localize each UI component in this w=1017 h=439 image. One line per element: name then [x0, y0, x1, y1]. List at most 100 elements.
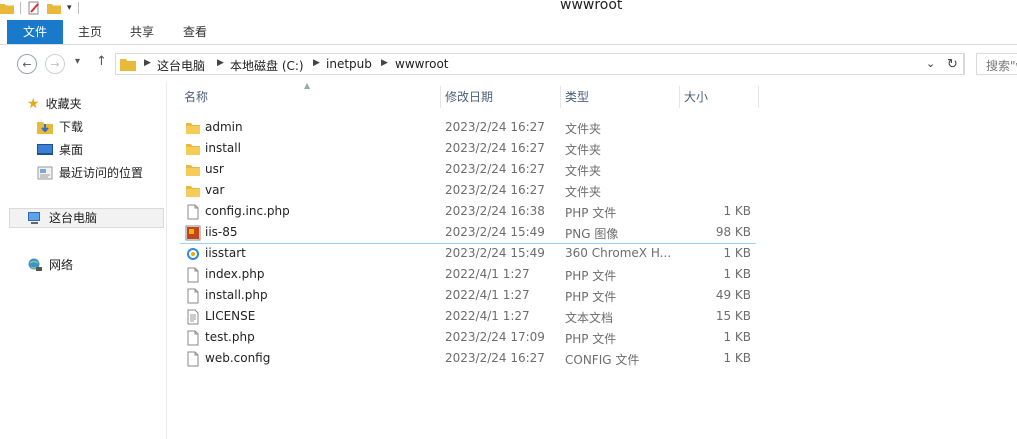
quick-access-toolbar: ▾	[0, 0, 79, 16]
file-date: 2023/2/24 16:27	[445, 162, 545, 176]
forward-button[interactable]: →	[45, 54, 65, 74]
file-type: 文件夹	[565, 185, 602, 199]
breadcrumb-separator-icon[interactable]: ▶	[381, 58, 388, 68]
table-row[interactable]: var 2023/2/24 16:27 文件夹	[180, 180, 756, 201]
table-row[interactable]: iis-85 2023/2/24 15:49 PNG 图像 98 KB	[180, 222, 756, 244]
column-header-size[interactable]: 大小	[680, 86, 759, 108]
address-history-dropdown-icon[interactable]: ⌄	[926, 57, 935, 70]
file-date: 2022/4/1 1:27	[445, 267, 530, 281]
folder-icon	[185, 162, 201, 178]
file-name: web.config	[205, 351, 271, 365]
window-title: wwwroot	[560, 0, 623, 13]
toolbar-separator	[20, 2, 21, 14]
file-name: admin	[205, 120, 243, 134]
sidebar-item-label: 桌面	[59, 143, 84, 157]
sidebar-item-label: 最近访问的位置	[59, 166, 144, 180]
file-icon	[185, 330, 201, 346]
file-name: iis-85	[205, 225, 238, 239]
breadcrumb-separator-icon[interactable]: ▶	[217, 58, 224, 68]
table-row[interactable]: install 2023/2/24 16:27 文件夹	[180, 138, 756, 159]
recent-locations-icon[interactable]: ▾	[75, 56, 80, 67]
file-icon	[185, 267, 201, 283]
refresh-button[interactable]: ↻	[942, 53, 964, 75]
file-type: PHP 文件	[565, 332, 617, 346]
table-row[interactable]: index.php 2022/4/1 1:27 PHP 文件 1 KB	[180, 264, 756, 285]
file-size: 98 KB	[715, 225, 751, 239]
sidebar-item-recent-places[interactable]: 最近访问的位置	[37, 163, 143, 183]
breadcrumb-wwwroot[interactable]: wwwroot	[395, 57, 449, 71]
file-name: usr	[205, 162, 224, 176]
file-type: 文件夹	[565, 143, 602, 157]
sidebar-item-favorites[interactable]: ★ 收藏夹	[27, 94, 82, 114]
refresh-icon: ↻	[947, 56, 958, 72]
tab-view[interactable]: 查看	[175, 20, 215, 44]
breadcrumb-separator-icon[interactable]: ▶	[313, 58, 320, 68]
sidebar-item-this-pc[interactable]: 这台电脑	[9, 208, 164, 228]
computer-icon	[28, 212, 40, 224]
text-file-icon	[185, 309, 201, 325]
folder-icon	[120, 59, 136, 71]
table-row[interactable]: admin 2023/2/24 16:27 文件夹	[180, 117, 756, 138]
file-size: 1 KB	[723, 330, 751, 344]
breadcrumb-separator-icon[interactable]: ▶	[144, 58, 151, 68]
file-icon	[185, 204, 201, 220]
network-icon	[28, 258, 42, 271]
folder-icon	[185, 141, 201, 157]
file-date: 2022/4/1 1:27	[445, 309, 530, 323]
file-type: 文件夹	[565, 164, 602, 178]
title-bar: ▾ wwwroot	[0, 0, 1017, 18]
file-type: 360 ChromeX H...	[565, 246, 672, 260]
tab-share[interactable]: 共享	[122, 20, 162, 44]
breadcrumb-local-disk[interactable]: 本地磁盘 (C:)	[230, 57, 304, 74]
up-arrow-icon[interactable]: ↑	[96, 54, 107, 69]
folder-icon	[185, 183, 201, 199]
sidebar-item-downloads[interactable]: 下载	[37, 117, 83, 137]
file-type: PHP 文件	[565, 206, 617, 220]
sidebar-item-desktop[interactable]: 桌面	[37, 140, 83, 160]
customize-toolbar-icon[interactable]: ▾	[67, 3, 72, 13]
table-row[interactable]: LICENSE 2022/4/1 1:27 文本文档 15 KB	[180, 306, 756, 327]
column-header-date[interactable]: 修改日期	[441, 86, 561, 108]
search-input[interactable]: 搜索"wwwroot"	[976, 53, 1017, 75]
arrow-right-icon: →	[50, 57, 60, 71]
file-size: 15 KB	[715, 309, 751, 323]
breadcrumb-inetpub[interactable]: inetpub	[326, 57, 372, 71]
file-date: 2023/2/24 16:38	[445, 204, 545, 218]
table-row[interactable]: config.inc.php 2023/2/24 16:38 PHP 文件 1 KB	[180, 201, 756, 222]
folder-icon	[0, 4, 14, 14]
properties-icon[interactable]	[27, 1, 41, 15]
sidebar-item-label: 网络	[49, 258, 74, 272]
browser-icon	[185, 246, 201, 262]
toolbar-separator	[77, 2, 79, 14]
sidebar-item-label: 这台电脑	[49, 211, 98, 225]
breadcrumb-this-pc[interactable]: 这台电脑	[157, 57, 205, 74]
file-date: 2023/2/24 16:27	[445, 183, 545, 197]
table-row[interactable]: web.config 2023/2/24 16:27 CONFIG 文件 1 KB	[180, 348, 756, 369]
column-header-name[interactable]: 名称	[180, 86, 441, 108]
file-size: 49 KB	[715, 288, 751, 302]
tab-file[interactable]: 文件	[7, 20, 63, 44]
navigation-pane: ★ 收藏夹 下载 桌面 最近访问的位置 这台电脑 网络	[0, 82, 167, 439]
tab-home[interactable]: 主页	[70, 20, 110, 44]
column-header-row: ▲ 名称 修改日期 类型 大小	[180, 81, 760, 108]
table-row[interactable]: usr 2023/2/24 16:27 文件夹	[180, 159, 756, 180]
sidebar-item-network[interactable]: 网络	[27, 255, 73, 275]
table-row[interactable]: test.php 2023/2/24 17:09 PHP 文件 1 KB	[180, 327, 756, 348]
address-bar[interactable]: ▶ 这台电脑 ▶ 本地磁盘 (C:) ▶ inetpub ▶ wwwroot ⌄	[115, 53, 965, 75]
column-header-type[interactable]: 类型	[561, 86, 680, 108]
sidebar-item-label: 下载	[59, 120, 84, 134]
file-icon	[185, 351, 201, 367]
file-date: 2023/2/24 15:49	[445, 246, 545, 260]
star-icon: ★	[27, 96, 40, 112]
table-row[interactable]: install.php 2022/4/1 1:27 PHP 文件 49 KB	[180, 285, 756, 306]
file-type: 文件夹	[565, 122, 602, 136]
file-size: 1 KB	[723, 267, 751, 281]
file-size: 1 KB	[723, 351, 751, 365]
ribbon-tabs: 文件 主页 共享 查看	[0, 20, 1017, 45]
recent-places-icon	[37, 166, 53, 180]
new-folder-icon[interactable]	[47, 2, 61, 14]
file-type: PHP 文件	[565, 269, 617, 283]
table-row[interactable]: iisstart 2023/2/24 15:49 360 ChromeX H... 1…	[180, 243, 756, 264]
download-folder-icon	[37, 122, 53, 134]
back-button[interactable]: ←	[17, 54, 37, 74]
